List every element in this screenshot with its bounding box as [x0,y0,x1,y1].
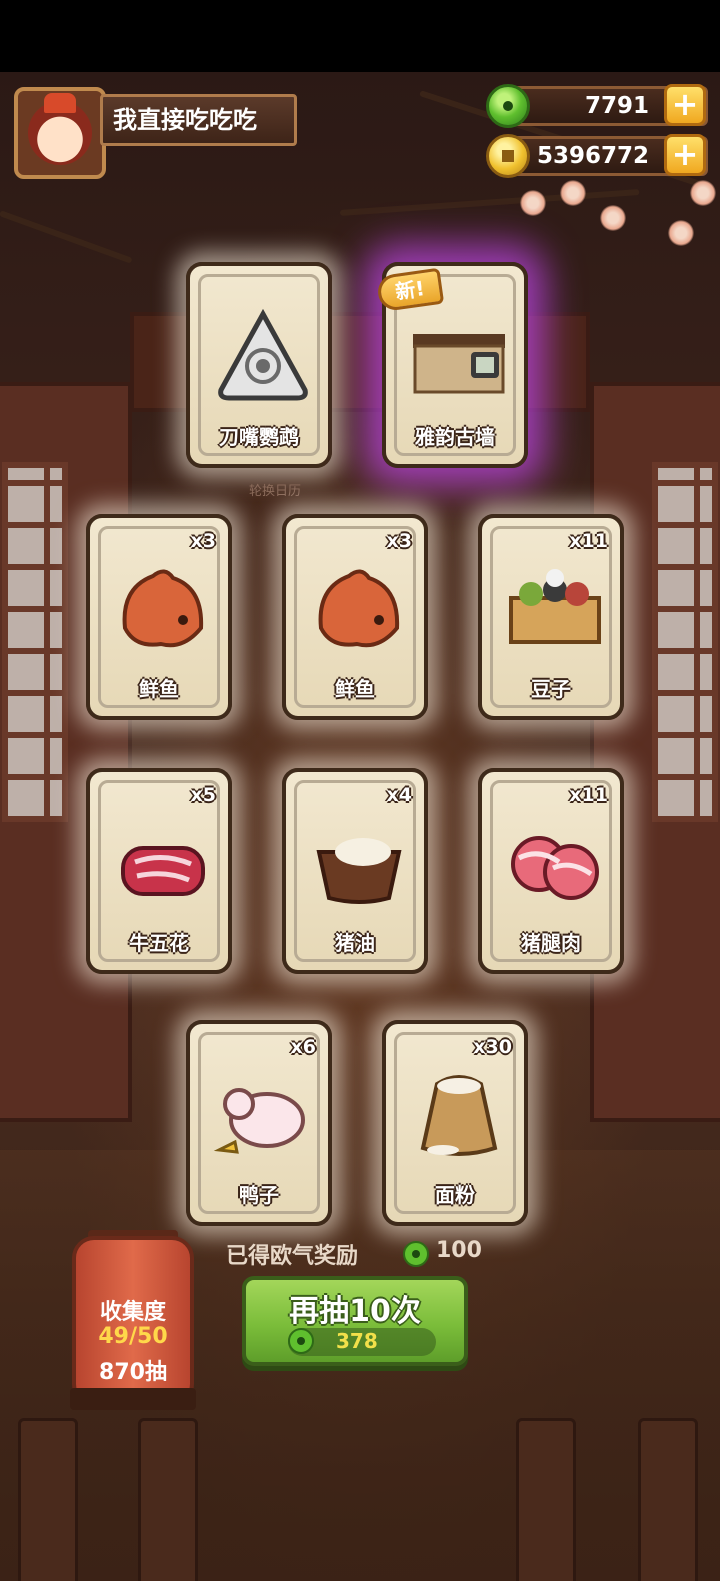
item-count: x30 [473,1036,512,1058]
card-label: 猪腿肉 [521,931,581,955]
rotate-calendar-label: 轮换日历 [248,484,301,499]
draw-again-button[interactable]: 再抽10次 378 [242,1276,468,1366]
card-item-fish[interactable]: x3 鲜鱼 [282,514,428,720]
right-lattice-window [652,462,718,822]
left-lattice-window [2,462,68,822]
item-count: x5 [190,784,216,806]
ancient-wall-icon [413,334,505,394]
card-label: 猪油 [335,931,375,955]
reward-label: 已得欧气奖励 [226,1244,359,1269]
card-item-lard[interactable]: x4 猪油 [282,768,428,974]
card-label: 鸭子 [239,1183,279,1207]
card-label: 雅韵古墙 [415,425,495,449]
jade-icon [403,1241,429,1267]
jade-icon [486,84,530,128]
card-item-pork[interactable]: x11 猪腿肉 [478,768,624,974]
card-label: 牛五花 [129,931,189,955]
collection-draws: 870抽 [99,1360,167,1385]
fence-post [638,1418,698,1581]
status-bar [0,0,720,72]
fence-post [18,1418,78,1581]
flour-sack-icon [420,1075,498,1156]
collection-title: 收集度 [99,1300,166,1325]
add-jade-button[interactable]: + [664,84,706,126]
fish-icon [122,569,204,648]
card-item-beans[interactable]: x11 豆子 [478,514,624,720]
blossom-decoration [668,220,694,246]
item-count: x3 [386,530,412,552]
avatar-hat [44,93,76,113]
item-count: x11 [569,530,608,552]
pork-icon [511,836,599,900]
card-label: 面粉 [435,1183,475,1207]
duck-icon [213,1088,305,1154]
item-count: x3 [190,530,216,552]
collection-progress: 49/50 [98,1324,168,1349]
add-coins-button[interactable]: + [664,134,706,176]
collection-lantern[interactable]: 收集度 49/50 870抽 [72,1236,194,1406]
blossom-decoration [690,180,716,206]
card-item-fish[interactable]: x3 鲜鱼 [86,514,232,720]
lantern-stand [70,1388,196,1410]
card-item-duck[interactable]: x6 鸭子 [186,1020,332,1226]
card-label: 刀嘴鹦鹉 [219,425,299,449]
card-item-beef[interactable]: x5 牛五花 [86,768,232,974]
beef-icon [121,846,205,896]
lard-icon [316,838,402,904]
blossom-decoration [560,180,586,206]
card-label: 豆子 [531,677,571,701]
beans-box-icon [509,569,601,644]
card-item-flour[interactable]: x30 面粉 [382,1020,528,1226]
player-name: 我直接吃吃吃 [100,94,297,146]
item-count: x6 [290,1036,316,1058]
coin-icon [486,134,530,178]
fence-post [516,1418,576,1581]
fish-icon [318,569,400,648]
player-avatar[interactable] [14,87,106,179]
blossom-decoration [520,190,546,216]
fence-post [138,1418,198,1581]
jade-icon [288,1328,314,1354]
item-count: x4 [386,784,412,806]
item-count: x11 [569,784,608,806]
card-label: 鲜鱼 [335,677,375,701]
draw-button-label: 再抽10次 [289,1294,421,1329]
card-featured-parrot[interactable]: 刀嘴鹦鹉 [186,262,332,468]
reward-value: 100 [436,1238,482,1263]
parrot-token-icon [218,308,308,401]
draw-cost: 378 [336,1329,378,1353]
card-label: 鲜鱼 [139,677,179,701]
blossom-decoration [600,205,626,231]
